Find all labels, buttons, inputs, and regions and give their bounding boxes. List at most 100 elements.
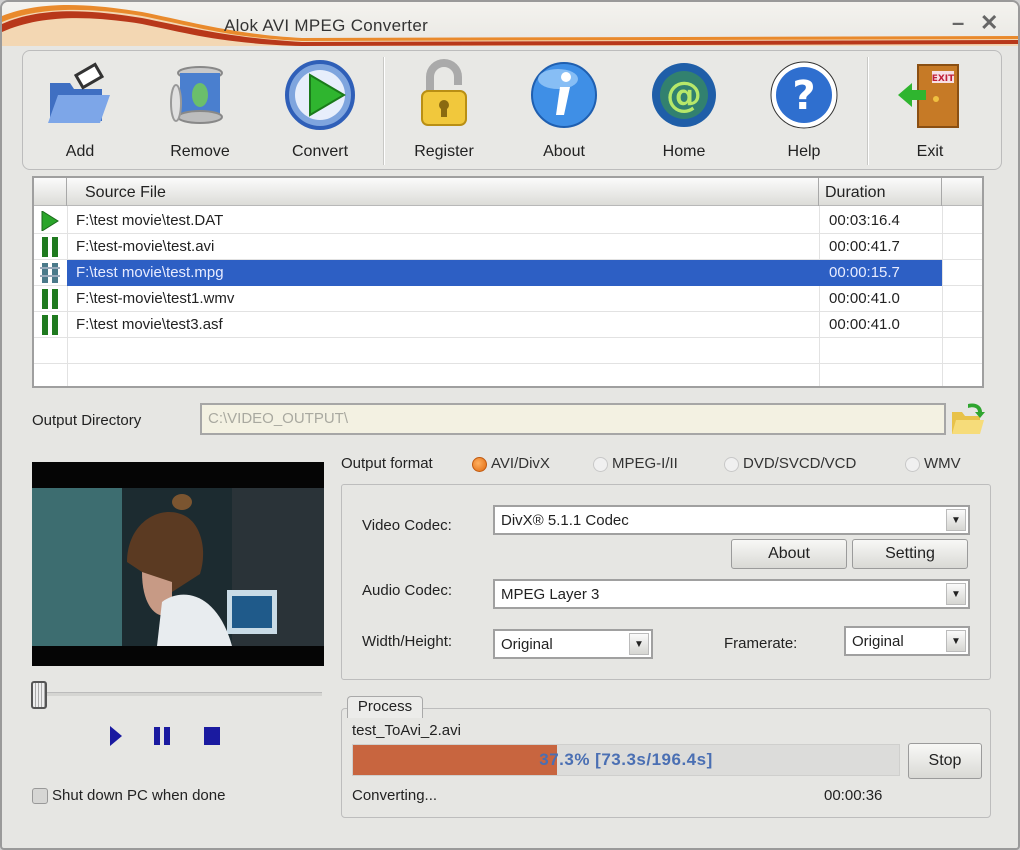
empty-row: [34, 338, 982, 364]
add-label: Add: [65, 143, 95, 160]
svg-text:?: ?: [792, 73, 815, 119]
format-radio-mpeg[interactable]: [593, 457, 608, 472]
output-directory-label: Output Directory: [32, 412, 142, 429]
duration-column-header[interactable]: Duration: [819, 178, 942, 206]
svg-text:EXIT: EXIT: [932, 74, 955, 84]
remove-button[interactable]: Remove: [155, 59, 245, 161]
at-globe-icon: @: [652, 63, 716, 127]
pause-status-icon: [42, 289, 58, 309]
about-label: About: [543, 143, 585, 160]
chevron-down-icon[interactable]: ▼: [946, 509, 966, 531]
question-icon: ?: [770, 61, 838, 129]
play-circle-icon: [285, 60, 355, 130]
about-button[interactable]: About: [519, 59, 609, 161]
play-status-icon: [41, 211, 59, 231]
file-duration: 00:00:41.0: [829, 290, 900, 307]
remove-label: Remove: [170, 143, 230, 160]
video-frame-image: [32, 462, 324, 666]
file-duration: 00:00:41.0: [829, 316, 900, 333]
file-path: F:\test-movie\test.avi: [76, 238, 215, 255]
title-bar[interactable]: Alok AVI MPEG Converter – ✕: [2, 2, 1018, 46]
width-height-value: Original: [501, 636, 553, 653]
file-path: F:\test movie\test.DAT: [76, 212, 224, 229]
file-path: F:\test movie\test.mpg: [76, 264, 224, 281]
close-button[interactable]: ✕: [980, 10, 998, 36]
shutdown-label: Shut down PC when done: [52, 787, 226, 804]
chevron-down-icon[interactable]: ▼: [629, 633, 649, 655]
video-codec-select[interactable]: DivX® 5.1.1 Codec ▼: [493, 505, 970, 535]
stop-conversion-button[interactable]: Stop: [908, 743, 982, 779]
seek-slider-track[interactable]: [42, 692, 322, 696]
format-option-mpeg-label: MPEG-I/II: [612, 455, 678, 472]
format-option-wmv-label: WMV: [924, 455, 961, 472]
svg-text:@: @: [666, 75, 702, 116]
file-duration: 00:00:15.7: [829, 264, 900, 281]
add-button[interactable]: Add: [35, 59, 125, 161]
status-column-header[interactable]: [34, 178, 67, 206]
format-radio-dvd[interactable]: [724, 457, 739, 472]
exit-label: Exit: [916, 143, 944, 160]
process-output-file: test_ToAvi_2.avi: [352, 722, 461, 739]
video-preview: [32, 462, 324, 666]
audio-codec-label: Audio Codec:: [362, 582, 453, 599]
home-button[interactable]: @ Home: [639, 59, 729, 161]
progress-text: 37.3% [73.3s/196.4s]: [539, 750, 713, 769]
file-row[interactable]: F:\test movie\test3.asf 00:00:41.0: [34, 312, 982, 338]
minimize-button[interactable]: –: [952, 10, 964, 36]
pause-status-icon: [42, 237, 58, 257]
converting-status-icon: [40, 263, 60, 283]
codec-setting-button[interactable]: Setting: [852, 539, 968, 569]
stop-playback-button[interactable]: [200, 724, 224, 748]
register-button[interactable]: Register: [399, 59, 489, 161]
seek-slider-thumb[interactable]: [31, 681, 47, 709]
framerate-label: Framerate:: [724, 635, 798, 652]
help-label: Help: [787, 143, 821, 160]
title-wave-decoration: [2, 5, 1018, 46]
format-option-dvd-label: DVD/SVCD/VCD: [743, 455, 857, 472]
file-row[interactable]: F:\test-movie\test1.wmv 00:00:41.0: [34, 286, 982, 312]
toolbar: Add Remove Convert Register About @ Home…: [22, 50, 1002, 170]
exit-button[interactable]: EXIT Exit: [885, 59, 975, 161]
app-window: Alok AVI MPEG Converter – ✕ Add Remove C…: [0, 0, 1020, 850]
open-folder-icon: [48, 62, 110, 123]
home-label: Home: [662, 143, 706, 160]
file-duration: 00:00:41.7: [829, 238, 900, 255]
process-status: Converting...: [352, 787, 438, 804]
file-row[interactable]: F:\test movie\test.DAT 00:03:16.4: [34, 208, 982, 234]
play-button[interactable]: [104, 724, 128, 748]
chevron-down-icon[interactable]: ▼: [946, 630, 966, 652]
output-directory-field[interactable]: C:\VIDEO_OUTPUT\: [200, 403, 946, 435]
process-tab[interactable]: Process: [347, 696, 423, 718]
file-path: F:\test-movie\test1.wmv: [76, 290, 235, 307]
info-icon: [531, 62, 597, 128]
pause-status-icon: [42, 315, 58, 335]
codec-about-button[interactable]: About: [731, 539, 847, 569]
help-button[interactable]: ? Help: [759, 59, 849, 161]
chevron-down-icon[interactable]: ▼: [946, 583, 966, 605]
format-radio-wmv[interactable]: [905, 457, 920, 472]
video-codec-value: DivX® 5.1.1 Codec: [501, 512, 629, 529]
video-codec-label: Video Codec:: [362, 517, 452, 534]
format-radio-avi[interactable]: [472, 457, 487, 472]
browse-folder-icon[interactable]: [950, 400, 986, 436]
framerate-select[interactable]: Original ▼: [844, 626, 970, 656]
file-row[interactable]: F:\test-movie\test.avi 00:00:41.7: [34, 234, 982, 260]
source-file-list[interactable]: Source File Duration F:\test movie\test.…: [32, 176, 984, 388]
conversion-progress-bar: 37.3% [73.3s/196.4s]: [352, 744, 900, 776]
toolbar-separator: [383, 57, 385, 165]
convert-button[interactable]: Convert: [275, 59, 365, 161]
file-row-selected[interactable]: F:\test movie\test.mpg 00:00:15.7: [34, 260, 982, 286]
framerate-value: Original: [852, 633, 904, 650]
source-file-column-header[interactable]: Source File: [67, 178, 819, 206]
toolbar-separator: [867, 57, 869, 165]
audio-codec-value: MPEG Layer 3: [501, 586, 600, 603]
pause-button[interactable]: [150, 724, 174, 748]
output-format-label: Output format: [341, 455, 433, 472]
audio-codec-select[interactable]: MPEG Layer 3 ▼: [493, 579, 970, 609]
file-path: F:\test movie\test3.asf: [76, 316, 223, 333]
width-height-select[interactable]: Original ▼: [493, 629, 653, 659]
format-option-avi-label: AVI/DivX: [491, 455, 550, 472]
shutdown-checkbox[interactable]: [32, 788, 48, 804]
padlock-icon: [421, 59, 467, 126]
width-height-label: Width/Height:: [362, 633, 453, 650]
